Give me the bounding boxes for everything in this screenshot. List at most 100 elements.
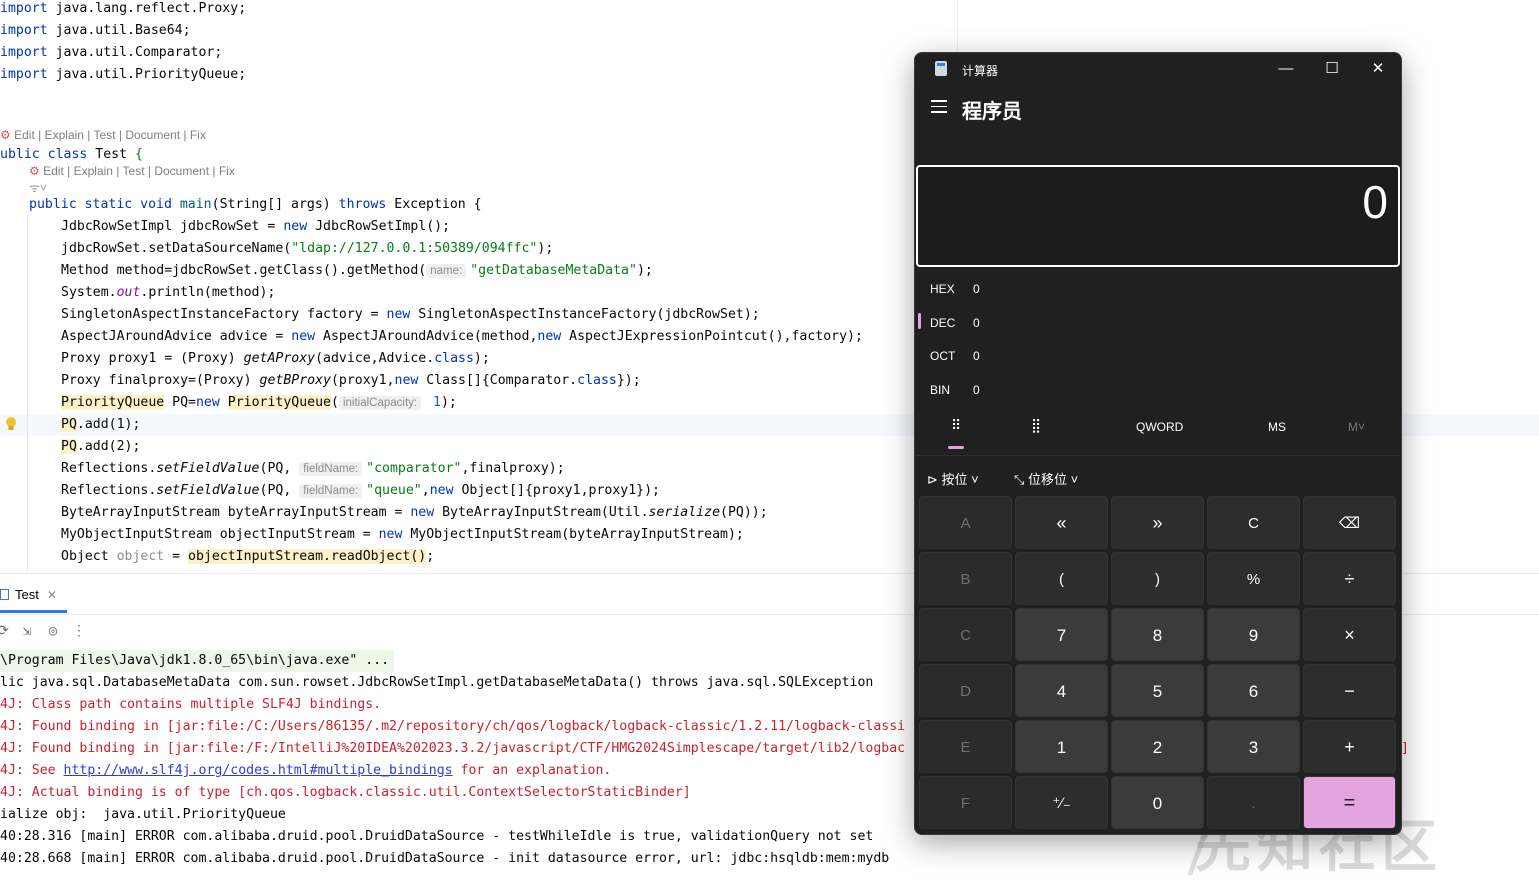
param-hint: name: (426, 264, 467, 278)
key-equals[interactable]: = (1303, 776, 1396, 829)
maximize-button[interactable]: ☐ (1309, 53, 1355, 85)
key-4[interactable]: 4 (1015, 664, 1108, 717)
bitwise-dropdown[interactable]: ⊳ 按位 ˅ (927, 469, 979, 488)
key-subtract[interactable]: − (1303, 664, 1396, 717)
key-6[interactable]: 6 (1207, 664, 1300, 717)
key-0[interactable]: 0 (1111, 776, 1204, 829)
key-7[interactable]: 7 (1015, 608, 1108, 661)
code-line[interactable]: System.out.println(method); (61, 282, 275, 304)
keypad-selected-indicator (948, 446, 964, 449)
code-line[interactable]: SingletonAspectInstanceFactory factory =… (61, 304, 760, 326)
radix-dec[interactable]: DEC 0 (915, 307, 1401, 341)
key-decimal[interactable]: . (1207, 776, 1300, 829)
lens-test[interactable]: Test (94, 128, 116, 142)
key-add[interactable]: + (1303, 720, 1396, 773)
radix-hex[interactable]: HEX 0 (915, 273, 1401, 307)
radix-bin[interactable]: BIN 0 (915, 374, 1401, 408)
memory-recall-button[interactable]: M˅ (1348, 420, 1365, 434)
key-negate[interactable]: ⁺∕₋ (1015, 776, 1108, 829)
ai-assistant-icon: ⚙ (29, 164, 40, 178)
key-close-paren[interactable]: ) (1111, 552, 1204, 605)
code-line[interactable]: Method method=jdbcRowSet.getClass().getM… (61, 260, 653, 282)
key-d[interactable]: D (919, 664, 1012, 717)
key-b[interactable]: B (919, 552, 1012, 605)
bitwise-row: ⊳ 按位 ˅ ⤡ 位移位 ˅ (915, 463, 1401, 493)
console-line: ialize obj: java.util.PriorityQueue (0, 807, 286, 822)
lens-test[interactable]: Test (123, 164, 145, 178)
key-divide[interactable]: ÷ (1303, 552, 1396, 605)
lens-document[interactable]: Document (154, 164, 209, 178)
code-line[interactable]: jdbcRowSet.setDataSourceName("ldap://127… (61, 238, 553, 260)
tab-active-indicator (0, 610, 67, 613)
key-c-hex[interactable]: C (919, 608, 1012, 661)
restore-layout-icon[interactable]: ⇲ (18, 622, 36, 640)
lens-explain[interactable]: Explain (45, 128, 84, 142)
lightbulb-icon[interactable] (5, 416, 17, 432)
code-line[interactable]: import java.util.PriorityQueue; (0, 64, 246, 86)
word-size-button[interactable]: QWORD (1136, 420, 1183, 434)
code-line[interactable]: Proxy finalproxy=(Proxy) getBProxy(proxy… (61, 370, 641, 392)
console-line: 4J: Found binding in [jar:file:/F:/Intel… (0, 741, 906, 756)
menu-icon[interactable] (931, 100, 947, 114)
lens-fix[interactable]: Fix (190, 128, 206, 142)
calculator-titlebar[interactable]: 计算器 — ☐ ✕ (915, 53, 1401, 85)
console-line: 40:28.668 [main] ERROR com.alibaba.druid… (0, 851, 890, 866)
close-button[interactable]: ✕ (1355, 53, 1401, 85)
console-line-tail: ] (1401, 741, 1409, 756)
key-e[interactable]: E (919, 720, 1012, 773)
console-line: lic java.sql.DatabaseMetaData com.sun.ro… (0, 675, 874, 690)
code-line[interactable]: ByteArrayInputStream byteArrayInputStrea… (61, 502, 768, 524)
lens-edit[interactable]: Edit (43, 164, 64, 178)
code-line[interactable]: MyObjectInputStream objectInputStream = … (61, 524, 744, 546)
close-icon[interactable]: ✕ (47, 588, 57, 602)
code-line[interactable]: public static void main(String[] args) t… (29, 194, 482, 216)
key-1[interactable]: 1 (1015, 720, 1108, 773)
code-lens-method[interactable]: ⚙ Edit | Explain | Test | Document | Fix (29, 164, 235, 178)
lens-edit[interactable]: Edit (14, 128, 35, 142)
full-keypad-icon[interactable]: ⠿ (951, 417, 961, 434)
code-line[interactable]: PQ.add(2); (61, 436, 140, 458)
more-options-icon[interactable]: ⋮ (70, 622, 88, 640)
code-line[interactable]: JdbcRowSetImpl jdbcRowSet = new JdbcRowS… (61, 216, 450, 238)
key-a[interactable]: A (919, 496, 1012, 549)
key-8[interactable]: 8 (1111, 608, 1204, 661)
minimize-button[interactable]: — (1263, 53, 1309, 85)
code-line[interactable]: Reflections.setFieldValue(PQ, fieldName:… (61, 480, 660, 502)
code-line[interactable]: PQ.add(1); (61, 414, 140, 436)
code-lens-class[interactable]: ⚙ Edit | Explain | Test | Document | Fix (0, 128, 206, 142)
key-open-paren[interactable]: ( (1015, 552, 1108, 605)
bit-toggle-keypad-icon[interactable]: ⣿ (1031, 417, 1041, 434)
key-left-shift[interactable]: « (1015, 496, 1108, 549)
lens-document[interactable]: Document (125, 128, 180, 142)
code-line[interactable]: Object object = objectInputStream.readOb… (61, 546, 434, 568)
code-line[interactable]: Reflections.setFieldValue(PQ, fieldName:… (61, 458, 565, 480)
slf4j-link[interactable]: http://www.slf4j.org/codes.html#multiple… (64, 763, 453, 778)
key-clear[interactable]: C (1207, 496, 1300, 549)
radix-selected-indicator (918, 313, 921, 329)
key-3[interactable]: 3 (1207, 720, 1300, 773)
lens-fix[interactable]: Fix (219, 164, 235, 178)
code-line[interactable]: import java.util.Base64; (0, 20, 191, 42)
key-multiply[interactable]: × (1303, 608, 1396, 661)
key-9[interactable]: 9 (1207, 608, 1300, 661)
code-line[interactable]: Proxy proxy1 = (Proxy) getAProxy(advice,… (61, 348, 490, 370)
key-2[interactable]: 2 (1111, 720, 1204, 773)
backspace-icon[interactable]: ⌫ (1303, 496, 1396, 549)
radix-oct[interactable]: OCT 0 (915, 340, 1401, 374)
key-right-shift[interactable]: » (1111, 496, 1204, 549)
code-line[interactable]: ublic class Test { (0, 144, 143, 166)
code-line[interactable]: import java.lang.reflect.Proxy; (0, 0, 246, 20)
screenshot-icon[interactable]: ◎ (44, 622, 62, 640)
bitshift-dropdown[interactable]: ⤡ 位移位 ˅ (1014, 469, 1078, 488)
memory-store-button[interactable]: MS (1268, 420, 1286, 434)
chevron-down-icon: ˅ (1070, 472, 1079, 487)
key-5[interactable]: 5 (1111, 664, 1204, 717)
param-hint: fieldName: (299, 484, 363, 498)
code-line[interactable]: import java.util.Comparator; (0, 42, 222, 64)
key-f[interactable]: F (919, 776, 1012, 829)
key-modulo[interactable]: % (1207, 552, 1300, 605)
rerun-icon[interactable]: ⟳ (0, 622, 12, 640)
code-line[interactable]: AspectJAroundAdvice advice = new AspectJ… (61, 326, 863, 348)
code-line[interactable]: PriorityQueue PQ=new PriorityQueue(initi… (61, 392, 457, 414)
lens-explain[interactable]: Explain (74, 164, 113, 178)
